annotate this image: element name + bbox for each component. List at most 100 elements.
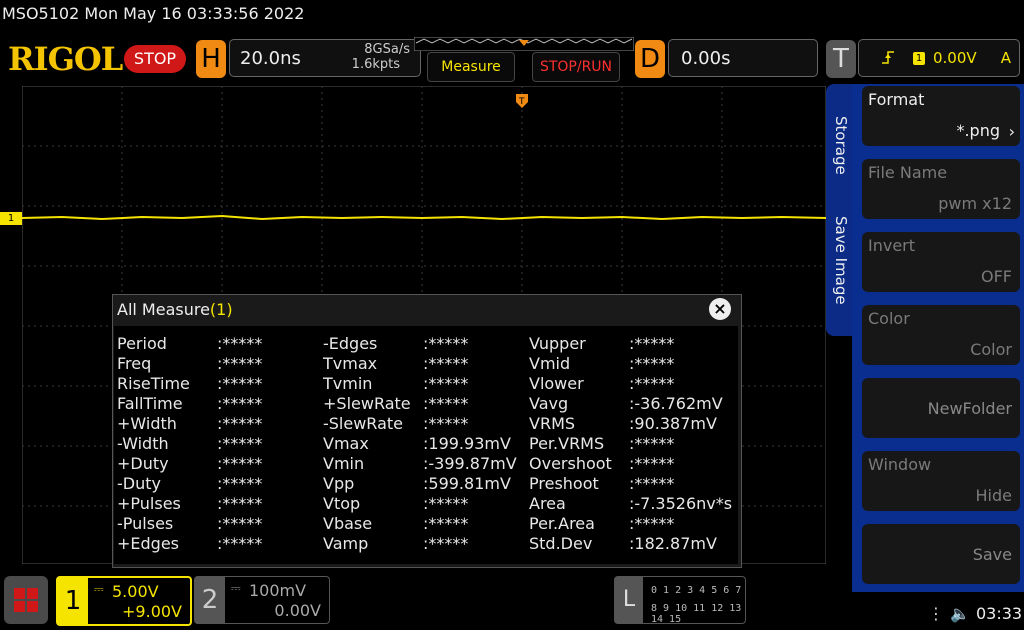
delay-panel[interactable]: 0.00s (668, 39, 818, 77)
trigger-menu-button[interactable]: T (826, 40, 856, 78)
measure-label: Vtop (323, 494, 361, 513)
channel1-panel[interactable]: 1 ⎓ 5.00V +9.00V (56, 576, 192, 626)
measure-row: Overshoot:***** (529, 454, 729, 474)
measure-value: :***** (629, 514, 675, 533)
trigger-source: 1 (913, 52, 925, 65)
measure-row: Area:-7.3526nv*s (529, 494, 732, 514)
menu-window-label: Window (868, 455, 932, 474)
measure-label: Tvmin (323, 374, 373, 393)
measure-row: FallTime:***** (117, 394, 317, 414)
channel1-offset-marker[interactable]: 1 (0, 212, 22, 225)
measure-label: Vupper (529, 334, 586, 353)
clock: 03:33 (976, 604, 1023, 623)
menu-invert[interactable]: Invert OFF (862, 232, 1020, 292)
measure-row: Freq:***** (117, 354, 317, 374)
measure-label: -Pulses (117, 514, 174, 533)
rigol-logo: RIGOL (8, 40, 123, 78)
menu-color[interactable]: Color Color (862, 305, 1020, 365)
measure-row: Vpp:599.81mV (323, 474, 523, 494)
stop-run-button[interactable]: STOP/RUN (532, 52, 620, 82)
measure-value: :***** (217, 334, 263, 353)
measure-row: -SlewRate:***** (323, 414, 523, 434)
measure-value: :***** (423, 334, 469, 353)
measure-label: Vlower (529, 374, 584, 393)
speaker-muted-icon[interactable]: 🔈 (950, 604, 970, 623)
trigger-level: 0.00V (933, 49, 977, 67)
measure-value: :***** (423, 394, 469, 413)
sample-rate: 8GSa/s (364, 42, 410, 57)
close-icon[interactable]: × (709, 298, 731, 320)
tab-storage[interactable]: Storage (832, 116, 850, 175)
measure-value: :***** (217, 434, 263, 453)
menu-format[interactable]: Format *.png › (862, 86, 1020, 146)
horizontal-menu-button[interactable]: H (196, 40, 226, 78)
measure-row: Vamp:***** (323, 534, 523, 554)
menu-new-folder[interactable]: NewFolder (862, 378, 1020, 438)
measure-value: :***** (629, 354, 675, 373)
chevron-right-icon: › (1008, 122, 1015, 141)
menu-format-label: Format (868, 90, 925, 109)
measure-value: :***** (629, 334, 675, 353)
grid-icon (14, 588, 38, 612)
measure-value: :***** (217, 494, 263, 513)
measure-row: +Duty:***** (117, 454, 317, 474)
channel2-scale: 100mV (249, 581, 307, 600)
measure-value: :599.81mV (423, 474, 511, 493)
timebase-value: 20.0ns (240, 48, 301, 69)
measure-label: VRMS (529, 414, 576, 433)
measure-value: :***** (217, 414, 263, 433)
measure-label: -Width (117, 434, 169, 453)
trigger-panel[interactable]: 1 0.00V A (858, 39, 1020, 77)
measure-value: :***** (217, 474, 263, 493)
measure-label: Per.Area (529, 514, 595, 533)
measure-value: :199.93mV (423, 434, 511, 453)
home-button[interactable] (4, 576, 48, 624)
measure-row: +SlewRate:***** (323, 394, 523, 414)
channel1-scale: 5.00V (112, 582, 159, 601)
waveform-overview[interactable] (414, 37, 634, 51)
delay-value: 0.00s (681, 48, 731, 69)
measure-row: Vbase:***** (323, 514, 523, 534)
status-line: MSO5102 Mon May 16 03:33:56 2022 (2, 4, 305, 23)
usb-icon: ⋮ (928, 604, 944, 623)
memory-depth: 1.6kpts (351, 57, 400, 72)
measure-value: :***** (217, 354, 263, 373)
trigger-mode: A (1000, 49, 1011, 67)
measure-row: Vmin:-399.87mV (323, 454, 523, 474)
timebase-panel[interactable]: 20.0ns 8GSa/s 1.6kpts (229, 39, 421, 77)
measure-row: -Width :***** (117, 434, 317, 454)
measure-row: +Width:***** (117, 414, 317, 434)
measure-value: :***** (423, 354, 469, 373)
measure-value: :***** (217, 394, 263, 413)
channel1-offset: +9.00V (122, 602, 182, 621)
measure-column-1: Period:***** Freq:***** RiseTime:***** F… (117, 334, 317, 554)
measure-row: Period:***** (117, 334, 317, 354)
tab-save-image[interactable]: Save Image (832, 216, 850, 305)
measure-row: -Edges:***** (323, 334, 523, 354)
menu-file-name[interactable]: File Name pwm x12 (862, 159, 1020, 219)
logic-channels-row1: 0 1 2 3 4 5 6 7 (651, 585, 742, 596)
measure-row: Tvmin:***** (323, 374, 523, 394)
menu-invert-value: OFF (981, 267, 1012, 286)
measure-row: VRMS:90.387mV (529, 414, 729, 434)
measure-row: Vtop:***** (323, 494, 523, 514)
dialog-title: All Measure(1) (117, 300, 233, 319)
dc-coupling-icon: ⎓ (231, 581, 241, 595)
delay-menu-button[interactable]: D (635, 40, 665, 78)
run-state-badge[interactable]: STOP (124, 45, 186, 73)
channel2-panel[interactable]: 2 ⎓ 100mV 0.00V (194, 576, 330, 624)
logic-analyzer-panel[interactable]: L 0 1 2 3 4 5 6 7 8 9 10 11 12 13 14 15 (614, 576, 746, 625)
measure-value: :***** (217, 374, 263, 393)
menu-window[interactable]: Window Hide (862, 451, 1020, 511)
menu-save-value: Save (972, 545, 1012, 564)
measure-label: Vamp (323, 534, 369, 553)
measure-row: Preshoot:***** (529, 474, 729, 494)
measure-button[interactable]: Measure (427, 52, 515, 82)
menu-save[interactable]: Save (862, 524, 1020, 584)
measure-label: Area (529, 494, 566, 513)
dialog-title-text: All Measure (117, 300, 210, 319)
measure-row: Vmax:199.93mV (323, 434, 523, 454)
measure-value: :***** (217, 514, 263, 533)
logic-letter: L (615, 577, 643, 623)
measure-value: :***** (629, 374, 675, 393)
